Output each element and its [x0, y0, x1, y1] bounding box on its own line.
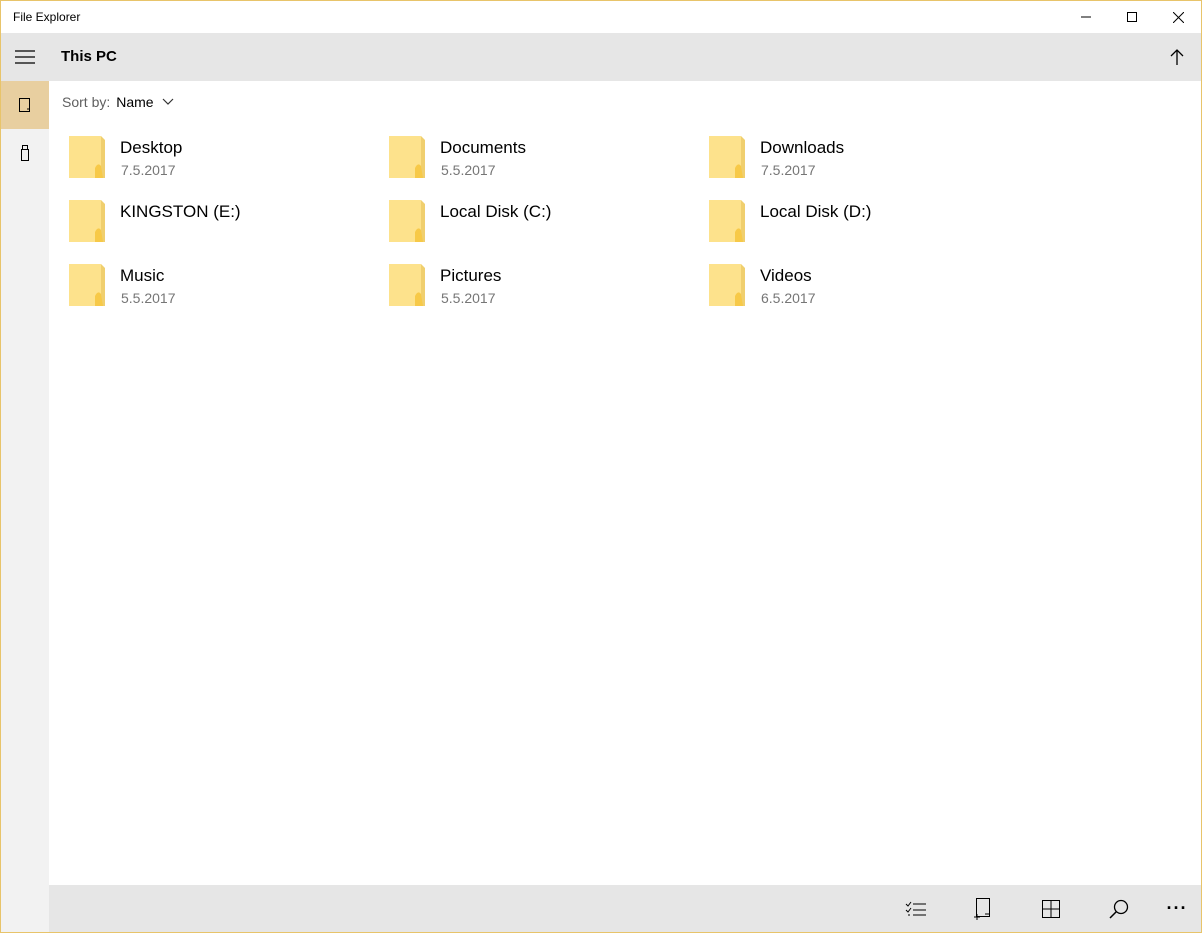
folder-item-desktop[interactable]: Desktop 7.5.2017 — [61, 131, 371, 187]
minimize-icon — [1081, 16, 1091, 18]
drive-item-local-disk-c[interactable]: Local Disk (C:) — [381, 195, 691, 251]
device-icon — [19, 98, 30, 112]
title-bar: File Explorer — [1, 1, 1201, 33]
grid-view-icon — [1042, 899, 1060, 918]
drive-item-local-disk-d[interactable]: Local Disk (D:) — [701, 195, 1011, 251]
folder-icon — [389, 200, 425, 242]
item-name: Downloads — [760, 138, 845, 157]
search-icon — [1109, 899, 1129, 919]
menu-button[interactable] — [1, 33, 49, 81]
folder-icon — [709, 264, 745, 306]
item-name: Desktop — [120, 138, 183, 157]
more-button[interactable]: ··· — [1147, 885, 1201, 932]
new-item-button[interactable] — [949, 885, 1017, 932]
item-date: 5.5.2017 — [441, 162, 496, 178]
chevron-down-icon[interactable] — [162, 98, 174, 106]
item-name: Documents — [440, 138, 526, 157]
folder-icon — [69, 264, 105, 306]
folder-item-pictures[interactable]: Pictures 5.5.2017 — [381, 259, 691, 315]
nav-item-usb-drive[interactable] — [1, 129, 49, 177]
arrow-up-icon — [1170, 49, 1184, 65]
folder-icon — [389, 136, 425, 178]
item-name: Pictures — [440, 266, 502, 285]
item-date: 7.5.2017 — [121, 162, 176, 178]
item-name: KINGSTON (E:) — [120, 202, 241, 221]
select-button[interactable] — [882, 885, 950, 932]
header-bar: This PC — [49, 33, 1201, 81]
item-date: 6.5.2017 — [761, 290, 816, 306]
command-bar: ··· — [49, 885, 1201, 932]
maximize-icon — [1127, 12, 1137, 22]
close-button[interactable] — [1155, 1, 1201, 33]
drive-item-kingston[interactable]: KINGSTON (E:) — [61, 195, 371, 251]
minimize-button[interactable] — [1063, 1, 1109, 33]
maximize-button[interactable] — [1109, 1, 1155, 33]
item-date: 7.5.2017 — [761, 162, 816, 178]
more-icon: ··· — [1166, 898, 1188, 918]
up-button[interactable] — [1153, 33, 1201, 81]
item-name: Music — [120, 266, 165, 285]
new-item-icon — [974, 897, 990, 920]
item-name: Videos — [760, 266, 812, 285]
item-name: Local Disk (C:) — [440, 202, 552, 221]
nav-item-this-pc[interactable] — [1, 81, 49, 129]
sort-value[interactable]: Name — [116, 94, 153, 110]
item-date: 5.5.2017 — [441, 290, 496, 306]
usb-drive-icon — [21, 145, 29, 161]
folder-icon — [709, 200, 745, 242]
close-icon — [1172, 11, 1184, 23]
folder-icon — [69, 200, 105, 242]
hamburger-icon — [15, 50, 35, 64]
view-button[interactable] — [1017, 885, 1085, 932]
window-title: File Explorer — [13, 10, 81, 24]
folder-item-videos[interactable]: Videos 6.5.2017 — [701, 259, 1011, 315]
item-date: 5.5.2017 — [121, 290, 176, 306]
navigation-rail — [1, 33, 49, 932]
page-title: This PC — [61, 48, 117, 65]
sort-control[interactable]: Sort by: Name — [62, 94, 174, 110]
folder-icon — [69, 136, 105, 178]
app-window: File Explorer This PC Sort by: Name Desk… — [0, 0, 1202, 933]
folder-item-downloads[interactable]: Downloads 7.5.2017 — [701, 131, 1011, 187]
item-name: Local Disk (D:) — [760, 202, 872, 221]
folder-item-music[interactable]: Music 5.5.2017 — [61, 259, 371, 315]
sort-label: Sort by: — [62, 94, 111, 110]
folder-item-documents[interactable]: Documents 5.5.2017 — [381, 131, 691, 187]
select-list-icon — [905, 901, 926, 915]
folder-icon — [389, 264, 425, 306]
search-button[interactable] — [1085, 885, 1153, 932]
folder-icon — [709, 136, 745, 178]
